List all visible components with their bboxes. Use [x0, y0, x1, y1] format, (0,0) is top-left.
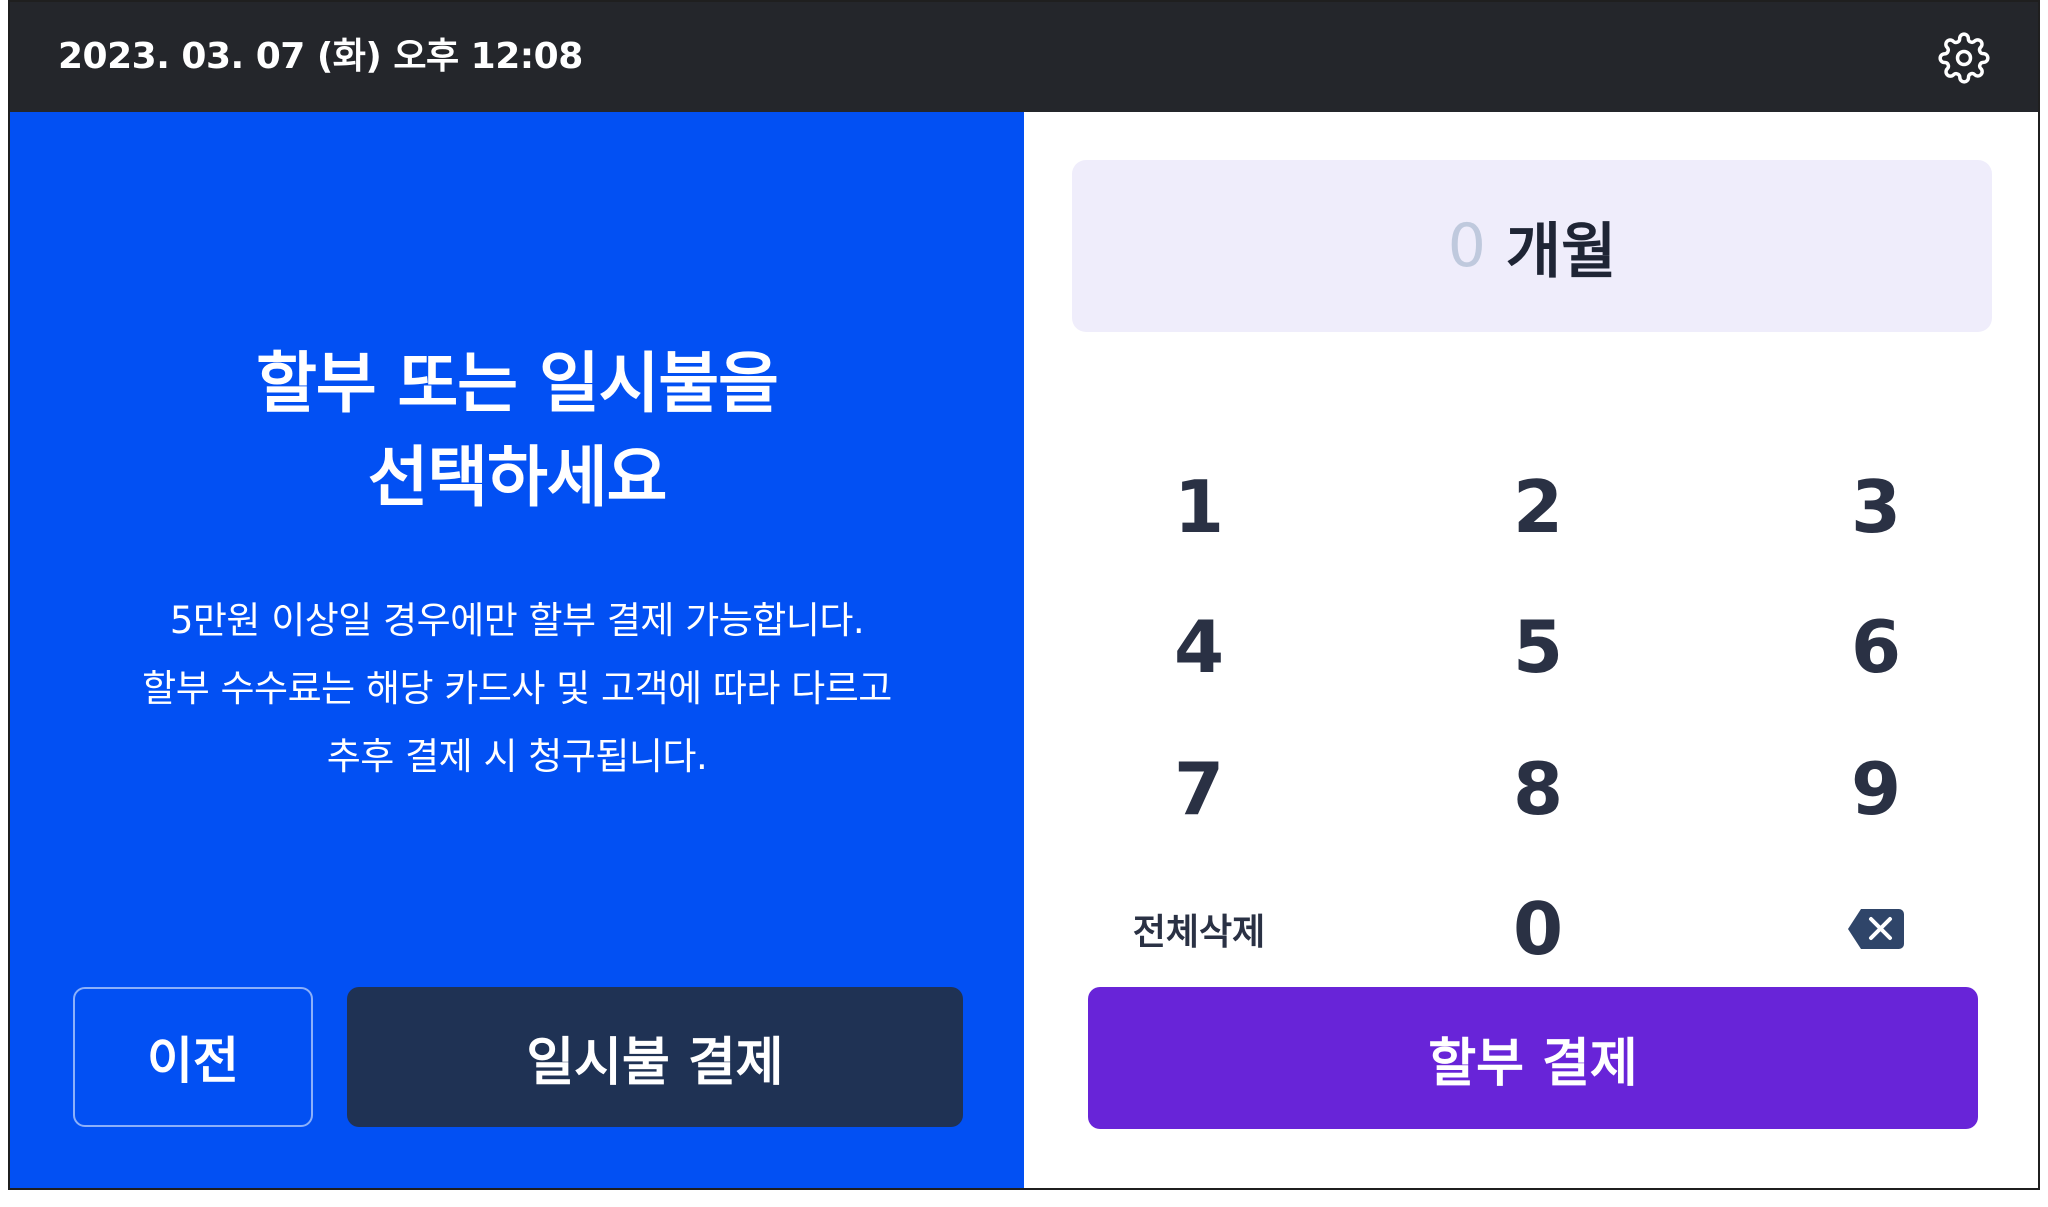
backspace-icon: [1848, 909, 1904, 949]
page-title: 할부 또는 일시불을 선택하세요: [10, 337, 1024, 525]
months-unit: 개월: [1505, 216, 1617, 287]
kiosk-screen: 2023. 03. 07 (화) 오후 12:08 할부 또는 일시불을 선택하…: [8, 0, 2040, 1190]
key-3[interactable]: 3: [1756, 447, 1996, 567]
key-9[interactable]: 9: [1756, 729, 1996, 849]
installment-keypad-panel: 0 개월 1 2 3 4 5 6 7 8 9 전체삭제 0 할부 결제: [1024, 112, 2038, 1188]
key-4[interactable]: 4: [1079, 587, 1319, 707]
top-bar: 2023. 03. 07 (화) 오후 12:08: [10, 2, 2038, 112]
key-1[interactable]: 1: [1079, 447, 1319, 567]
gear-icon[interactable]: [1938, 32, 1990, 84]
key-6[interactable]: 6: [1756, 587, 1996, 707]
backspace-button[interactable]: [1756, 869, 1996, 989]
key-8[interactable]: 8: [1418, 729, 1658, 849]
description-line-2: 할부 수수료는 해당 카드사 및 고객에 따라 다르고: [142, 667, 892, 710]
payment-info-panel: 할부 또는 일시불을 선택하세요 5만원 이상일 경우에만 할부 결제 가능합니…: [10, 112, 1024, 1188]
prev-button[interactable]: 이전: [73, 987, 313, 1127]
key-2[interactable]: 2: [1418, 447, 1658, 567]
months-value: 0: [1447, 211, 1486, 281]
installment-description: 5만원 이상일 경우에만 할부 결제 가능합니다. 할부 수수료는 해당 카드사…: [10, 587, 1024, 791]
key-0[interactable]: 0: [1418, 869, 1658, 989]
months-display: 0 개월: [1072, 160, 1992, 332]
clear-all-button[interactable]: 전체삭제: [1079, 869, 1319, 989]
datetime-label: 2023. 03. 07 (화) 오후 12:08: [58, 36, 583, 77]
lump-sum-payment-button[interactable]: 일시불 결제: [347, 987, 963, 1127]
installment-payment-button[interactable]: 할부 결제: [1088, 987, 1978, 1129]
page-title-line-2: 선택하세요: [367, 439, 668, 516]
description-line-1: 5만원 이상일 경우에만 할부 결제 가능합니다.: [169, 599, 865, 642]
key-5[interactable]: 5: [1418, 587, 1658, 707]
description-line-3: 추후 결제 시 청구됩니다.: [326, 735, 708, 778]
key-7[interactable]: 7: [1079, 729, 1319, 849]
page-title-line-1: 할부 또는 일시불을: [256, 345, 779, 422]
